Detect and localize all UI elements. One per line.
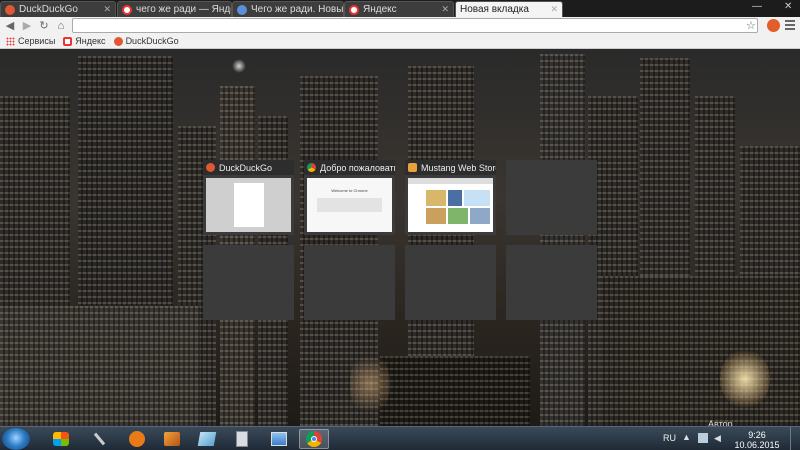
bookmark-label: Яндекс xyxy=(75,36,106,46)
duckduckgo-icon xyxy=(206,163,215,172)
tile-title: Mustang Web Store xyxy=(421,162,496,173)
tab-new-tab[interactable]: Новая вкладка ✕ xyxy=(455,1,563,17)
tile-welcome-text: Welcome to Chrome xyxy=(331,188,368,193)
address-bar[interactable] xyxy=(72,18,758,33)
most-visited-tile-empty xyxy=(405,245,496,320)
language-indicator[interactable]: RU xyxy=(663,433,676,443)
network-icon[interactable] xyxy=(698,433,708,443)
bookmark-label: Сервисы xyxy=(18,36,56,46)
forward-arrow-icon[interactable]: ▶ xyxy=(20,19,34,33)
store-icon xyxy=(408,163,417,172)
bookmark-yandex[interactable]: Яндекс xyxy=(63,36,106,46)
close-icon[interactable]: ✕ xyxy=(547,4,558,15)
show-desktop-button[interactable] xyxy=(790,427,800,450)
tab-title: Новая вкладка xyxy=(460,4,529,15)
windows-taskbar: RU ▲ ◀ 9:26 10.06.2015 xyxy=(0,426,800,450)
tile-title: DuckDuckGo xyxy=(219,162,273,173)
tile-header: DuckDuckGo xyxy=(203,160,294,175)
most-visited-tile[interactable]: Mustang Web Store xyxy=(405,160,496,235)
bookmark-services[interactable]: Сервисы xyxy=(6,36,55,46)
globe-icon xyxy=(237,4,247,15)
duckduckgo-icon xyxy=(113,36,123,46)
system-clock[interactable]: 9:26 10.06.2015 xyxy=(734,430,780,450)
close-icon[interactable]: ✕ xyxy=(438,4,449,15)
bookmarks-bar: Сервисы Яндекс DuckDuckGo xyxy=(0,34,800,49)
tile-screenshot: Welcome to Chrome xyxy=(307,178,392,232)
tile-screenshot xyxy=(408,178,493,232)
notepad-icon[interactable] xyxy=(192,429,222,449)
home-icon[interactable]: ⌂ xyxy=(54,19,68,33)
yandex-icon xyxy=(349,4,359,15)
joystick-icon[interactable] xyxy=(84,429,114,449)
chrome-icon[interactable] xyxy=(299,429,329,449)
clock-date: 10.06.2015 xyxy=(734,440,780,450)
duckduckgo-extension-icon[interactable] xyxy=(767,19,780,32)
windows-live-icon[interactable] xyxy=(46,429,76,449)
volume-icon[interactable]: ◀ xyxy=(714,433,721,444)
firefox-icon[interactable] xyxy=(157,429,187,449)
minimize-button[interactable]: — xyxy=(752,1,762,12)
tile-header: Добро пожаловать xyxy=(304,160,395,175)
most-visited-tile[interactable]: DuckDuckGo xyxy=(203,160,294,235)
tab-title: Яндекс xyxy=(363,4,397,15)
tile-screenshot xyxy=(206,178,291,232)
tab-strip: DuckDuckGo ✕ чего же ради — Яндекс ✕ Чег… xyxy=(0,0,800,17)
duckduckgo-icon xyxy=(5,4,15,15)
clock-time: 9:26 xyxy=(748,430,766,440)
chrome-icon xyxy=(307,163,316,172)
close-window-button[interactable]: ✕ xyxy=(784,1,792,12)
yandex-icon xyxy=(63,36,73,46)
menu-icon[interactable] xyxy=(785,20,795,30)
tray-chevron-icon[interactable]: ▲ xyxy=(682,432,691,442)
tab-title: Чего же ради. Новый СТ xyxy=(251,4,344,15)
tab-duckduckgo[interactable]: DuckDuckGo ✕ xyxy=(0,1,116,17)
bookmark-duckduckgo[interactable]: DuckDuckGo xyxy=(113,36,179,46)
tab-title: чего же ради — Яндекс xyxy=(136,4,231,15)
bookmark-star-icon[interactable]: ☆ xyxy=(746,17,756,34)
most-visited-tile-empty xyxy=(304,245,395,320)
back-arrow-icon[interactable]: ◀ xyxy=(3,19,17,33)
close-icon[interactable]: ✕ xyxy=(100,4,111,15)
most-visited-tile-empty xyxy=(506,160,597,235)
apps-grid-icon xyxy=(6,36,15,46)
yandex-icon xyxy=(122,4,132,15)
tile-title: Добро пожаловать xyxy=(320,162,395,173)
most-visited-tile[interactable]: Добро пожаловать Welcome to Chrome xyxy=(304,160,395,235)
most-visited-tile-empty xyxy=(506,245,597,320)
tab-yandex[interactable]: Яндекс ✕ xyxy=(344,1,454,17)
tab-yandex-search[interactable]: чего же ради — Яндекс ✕ xyxy=(117,1,232,17)
tab-article[interactable]: Чего же ради. Новый СТ ✕ xyxy=(232,1,344,17)
browser-toolbar: ◀ ▶ ↻ ⌂ xyxy=(0,17,800,34)
tab-title: DuckDuckGo xyxy=(19,4,78,15)
start-button[interactable] xyxy=(2,428,30,450)
bookmark-label: DuckDuckGo xyxy=(125,36,179,46)
tile-header: Mustang Web Store xyxy=(405,160,496,175)
media-player-icon[interactable] xyxy=(122,429,152,449)
paint-icon[interactable] xyxy=(264,429,294,449)
calculator-icon[interactable] xyxy=(227,429,257,449)
desktop-wallpaper xyxy=(0,49,800,426)
most-visited-tile-empty xyxy=(203,245,294,320)
reload-icon[interactable]: ↻ xyxy=(37,19,51,33)
